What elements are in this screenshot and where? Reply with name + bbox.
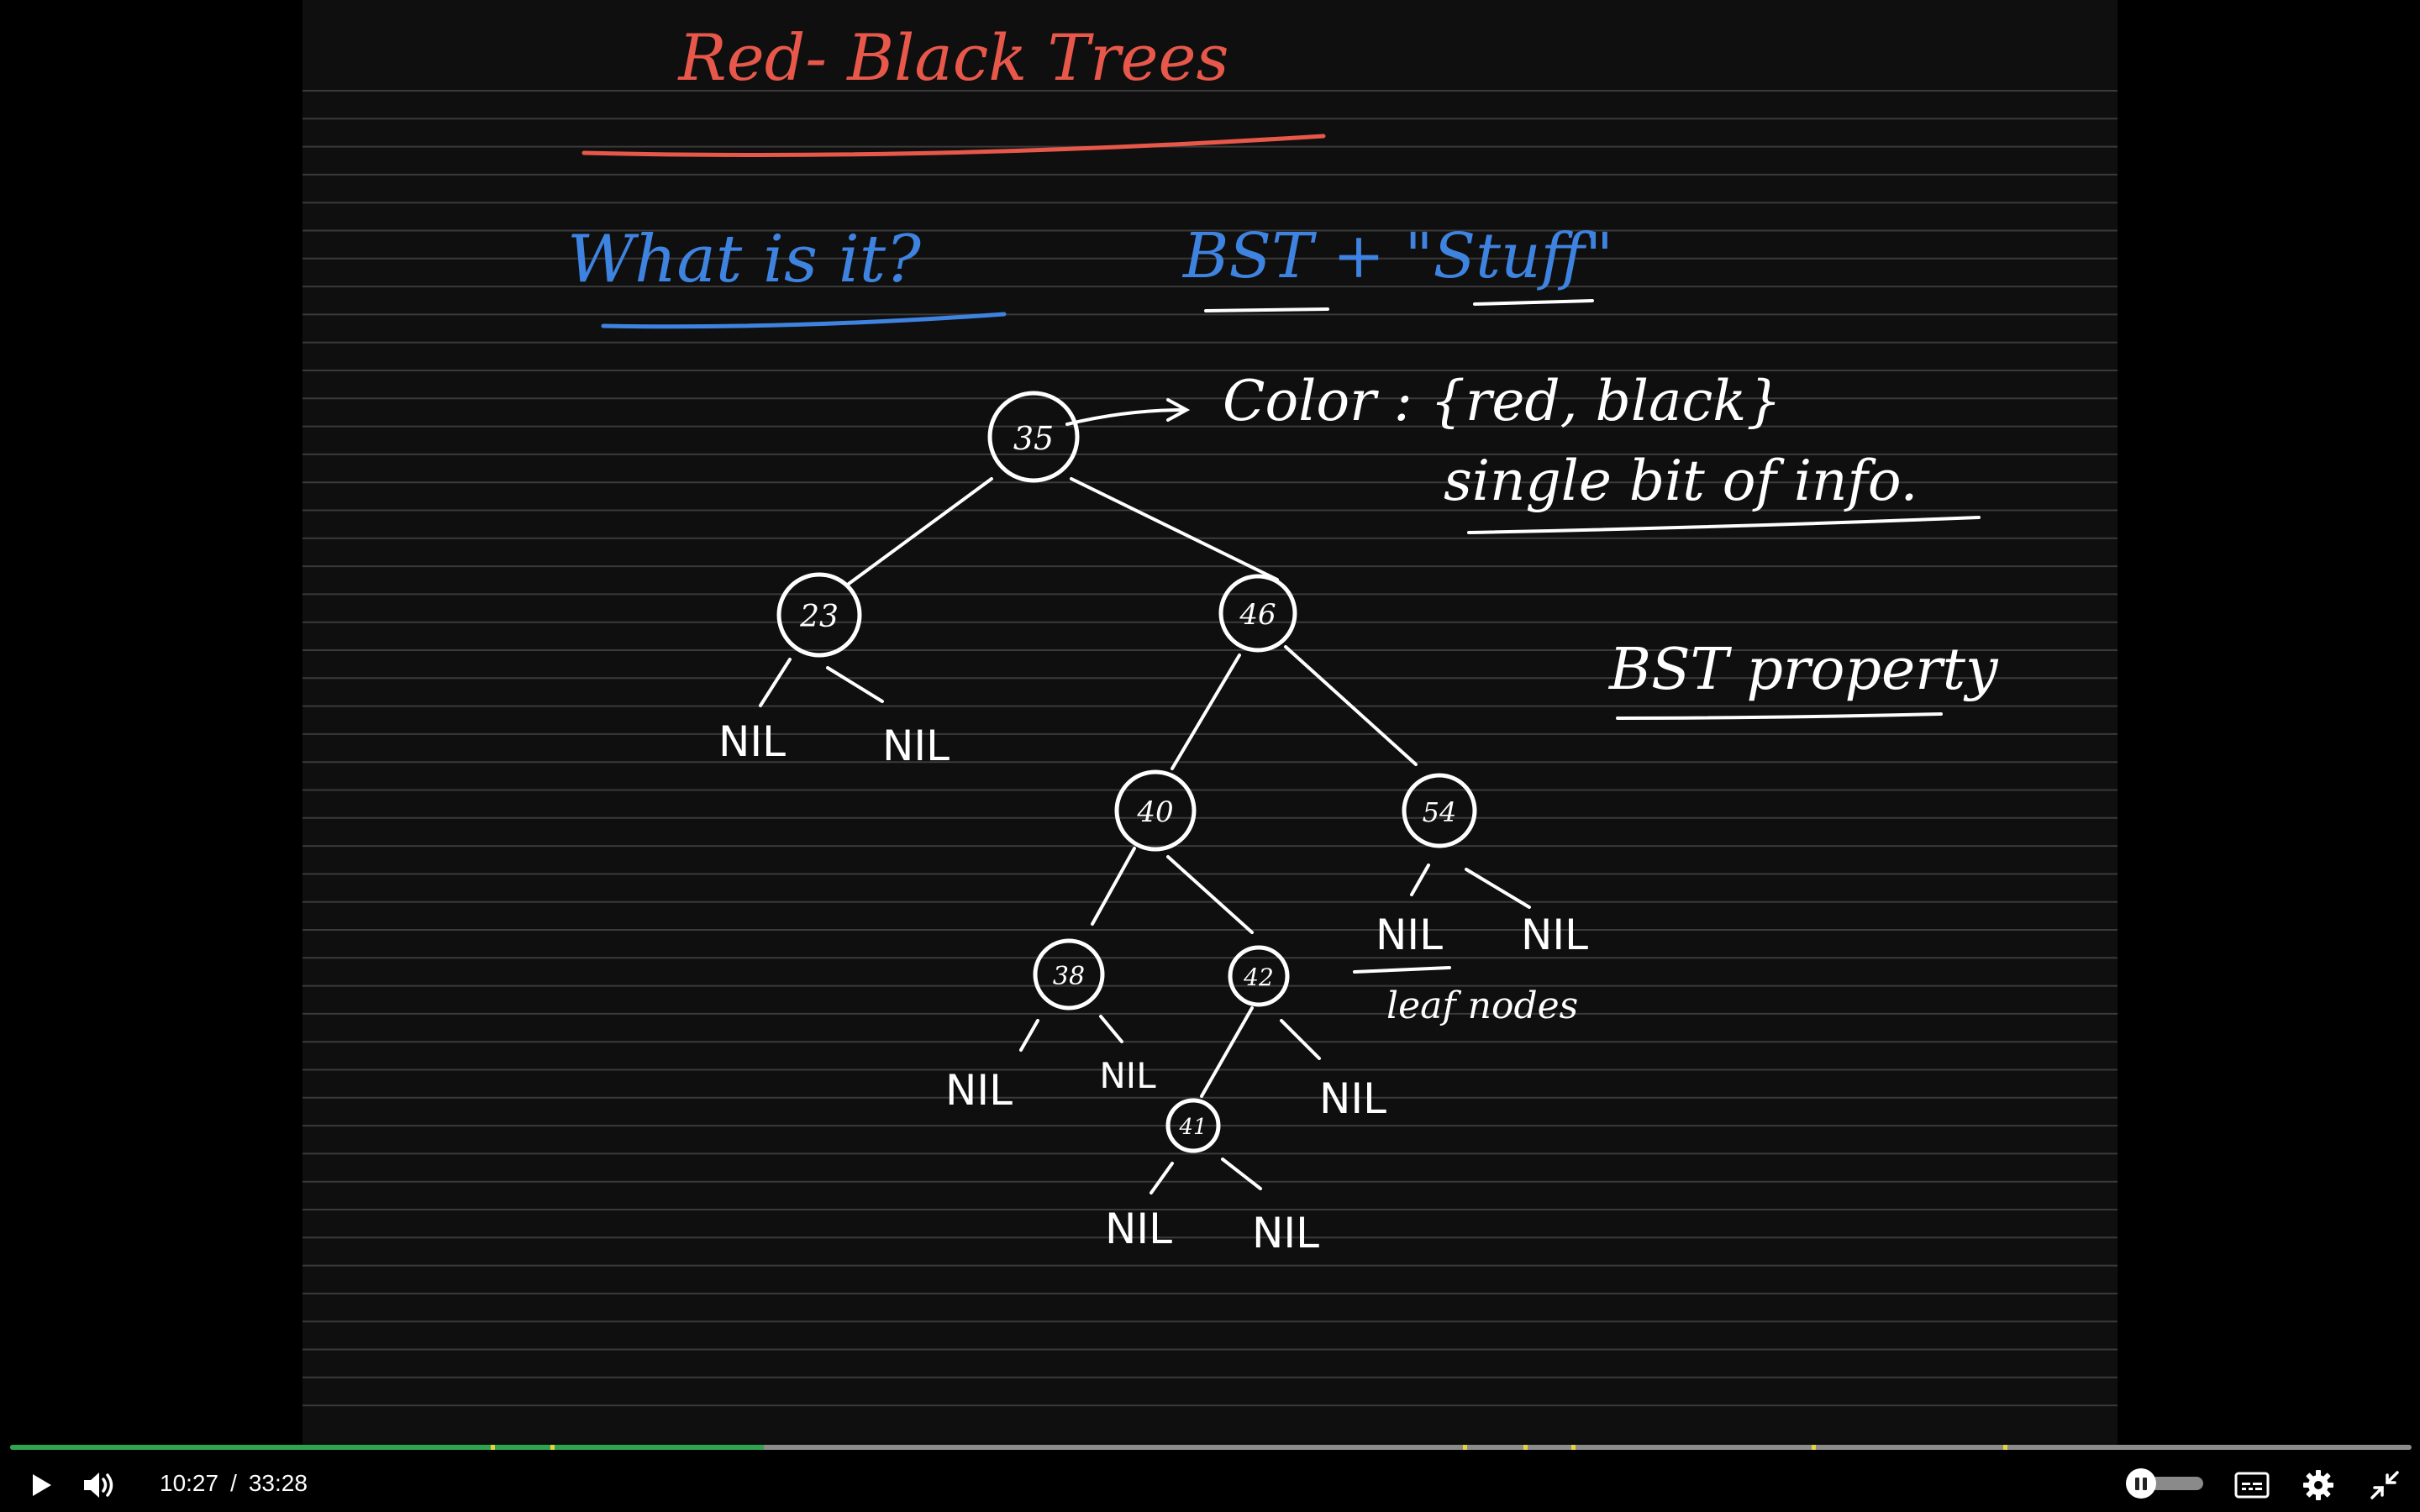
volume-button[interactable] <box>77 1463 121 1507</box>
nil-leaf: NIL <box>945 1066 1013 1115</box>
property-note: BST property <box>1607 637 1999 703</box>
current-time: 10:27 <box>160 1470 219 1496</box>
pause-toggle[interactable] <box>2126 1468 2207 1499</box>
nil-leaf: NIL <box>1521 911 1588 959</box>
volume-icon <box>84 1473 113 1498</box>
time-display: 10:27 / 33:28 <box>160 1468 308 1499</box>
nil-leaf: NIL <box>718 717 786 766</box>
nil-leaf: NIL <box>1105 1205 1172 1253</box>
whiteboard: Red- Black Trees What is it? BST + "Stuf… <box>302 0 2118 1445</box>
captions-button[interactable] <box>2230 1463 2274 1507</box>
time-separator: / <box>230 1470 237 1496</box>
exit-fullscreen-icon <box>2370 1471 2399 1499</box>
player-controls <box>0 1441 2420 1512</box>
progress-played <box>10 1445 765 1450</box>
nil-leaf: NIL <box>1099 1055 1156 1096</box>
settings-gear-icon <box>2303 1470 2333 1500</box>
leaf-note: leaf nodes <box>1386 984 1578 1027</box>
color-note: Color : {red, black} <box>1223 369 1781 433</box>
nil-leaf: NIL <box>1376 911 1443 959</box>
chapter-marker[interactable] <box>2003 1445 2008 1450</box>
video-area[interactable]: Red- Black Trees What is it? BST + "Stuf… <box>0 0 2420 1445</box>
svg-text:46: 46 <box>1239 598 1276 632</box>
duration: 33:28 <box>248 1470 308 1496</box>
chapter-marker[interactable] <box>490 1445 495 1450</box>
settings-button[interactable] <box>2296 1463 2340 1507</box>
answer-text: BST + "Stuff" <box>1181 220 1613 292</box>
svg-text:54: 54 <box>1423 796 1457 828</box>
chapter-marker[interactable] <box>550 1445 555 1450</box>
nil-leaf: NIL <box>1252 1209 1319 1257</box>
board-background <box>302 0 2118 1445</box>
chapter-marker[interactable] <box>1523 1445 1528 1450</box>
pause-toggle-icon <box>2126 1468 2156 1499</box>
progress-bar[interactable] <box>10 1445 2412 1450</box>
svg-text:40: 40 <box>1136 795 1173 829</box>
exit-fullscreen-button[interactable] <box>2363 1463 2407 1507</box>
board-title: Red- Black Trees <box>677 20 1229 95</box>
chapter-marker[interactable] <box>1570 1445 1576 1450</box>
chapter-marker[interactable] <box>1463 1445 1468 1450</box>
svg-text:42: 42 <box>1243 963 1274 991</box>
svg-text:38: 38 <box>1053 962 1085 991</box>
play-button[interactable] <box>18 1463 62 1507</box>
nil-leaf: NIL <box>1319 1074 1386 1123</box>
chapter-marker[interactable] <box>1811 1445 1816 1450</box>
captions-icon <box>2234 1472 2270 1499</box>
bst-underline <box>1204 307 1329 312</box>
play-icon <box>33 1474 51 1496</box>
svg-text:41: 41 <box>1178 1115 1207 1140</box>
nil-leaf: NIL <box>882 722 950 770</box>
bit-note: single bit of info. <box>1444 449 1918 513</box>
svg-text:35: 35 <box>1013 420 1054 457</box>
svg-text:23: 23 <box>799 600 839 634</box>
question-text: What is it? <box>567 222 922 297</box>
